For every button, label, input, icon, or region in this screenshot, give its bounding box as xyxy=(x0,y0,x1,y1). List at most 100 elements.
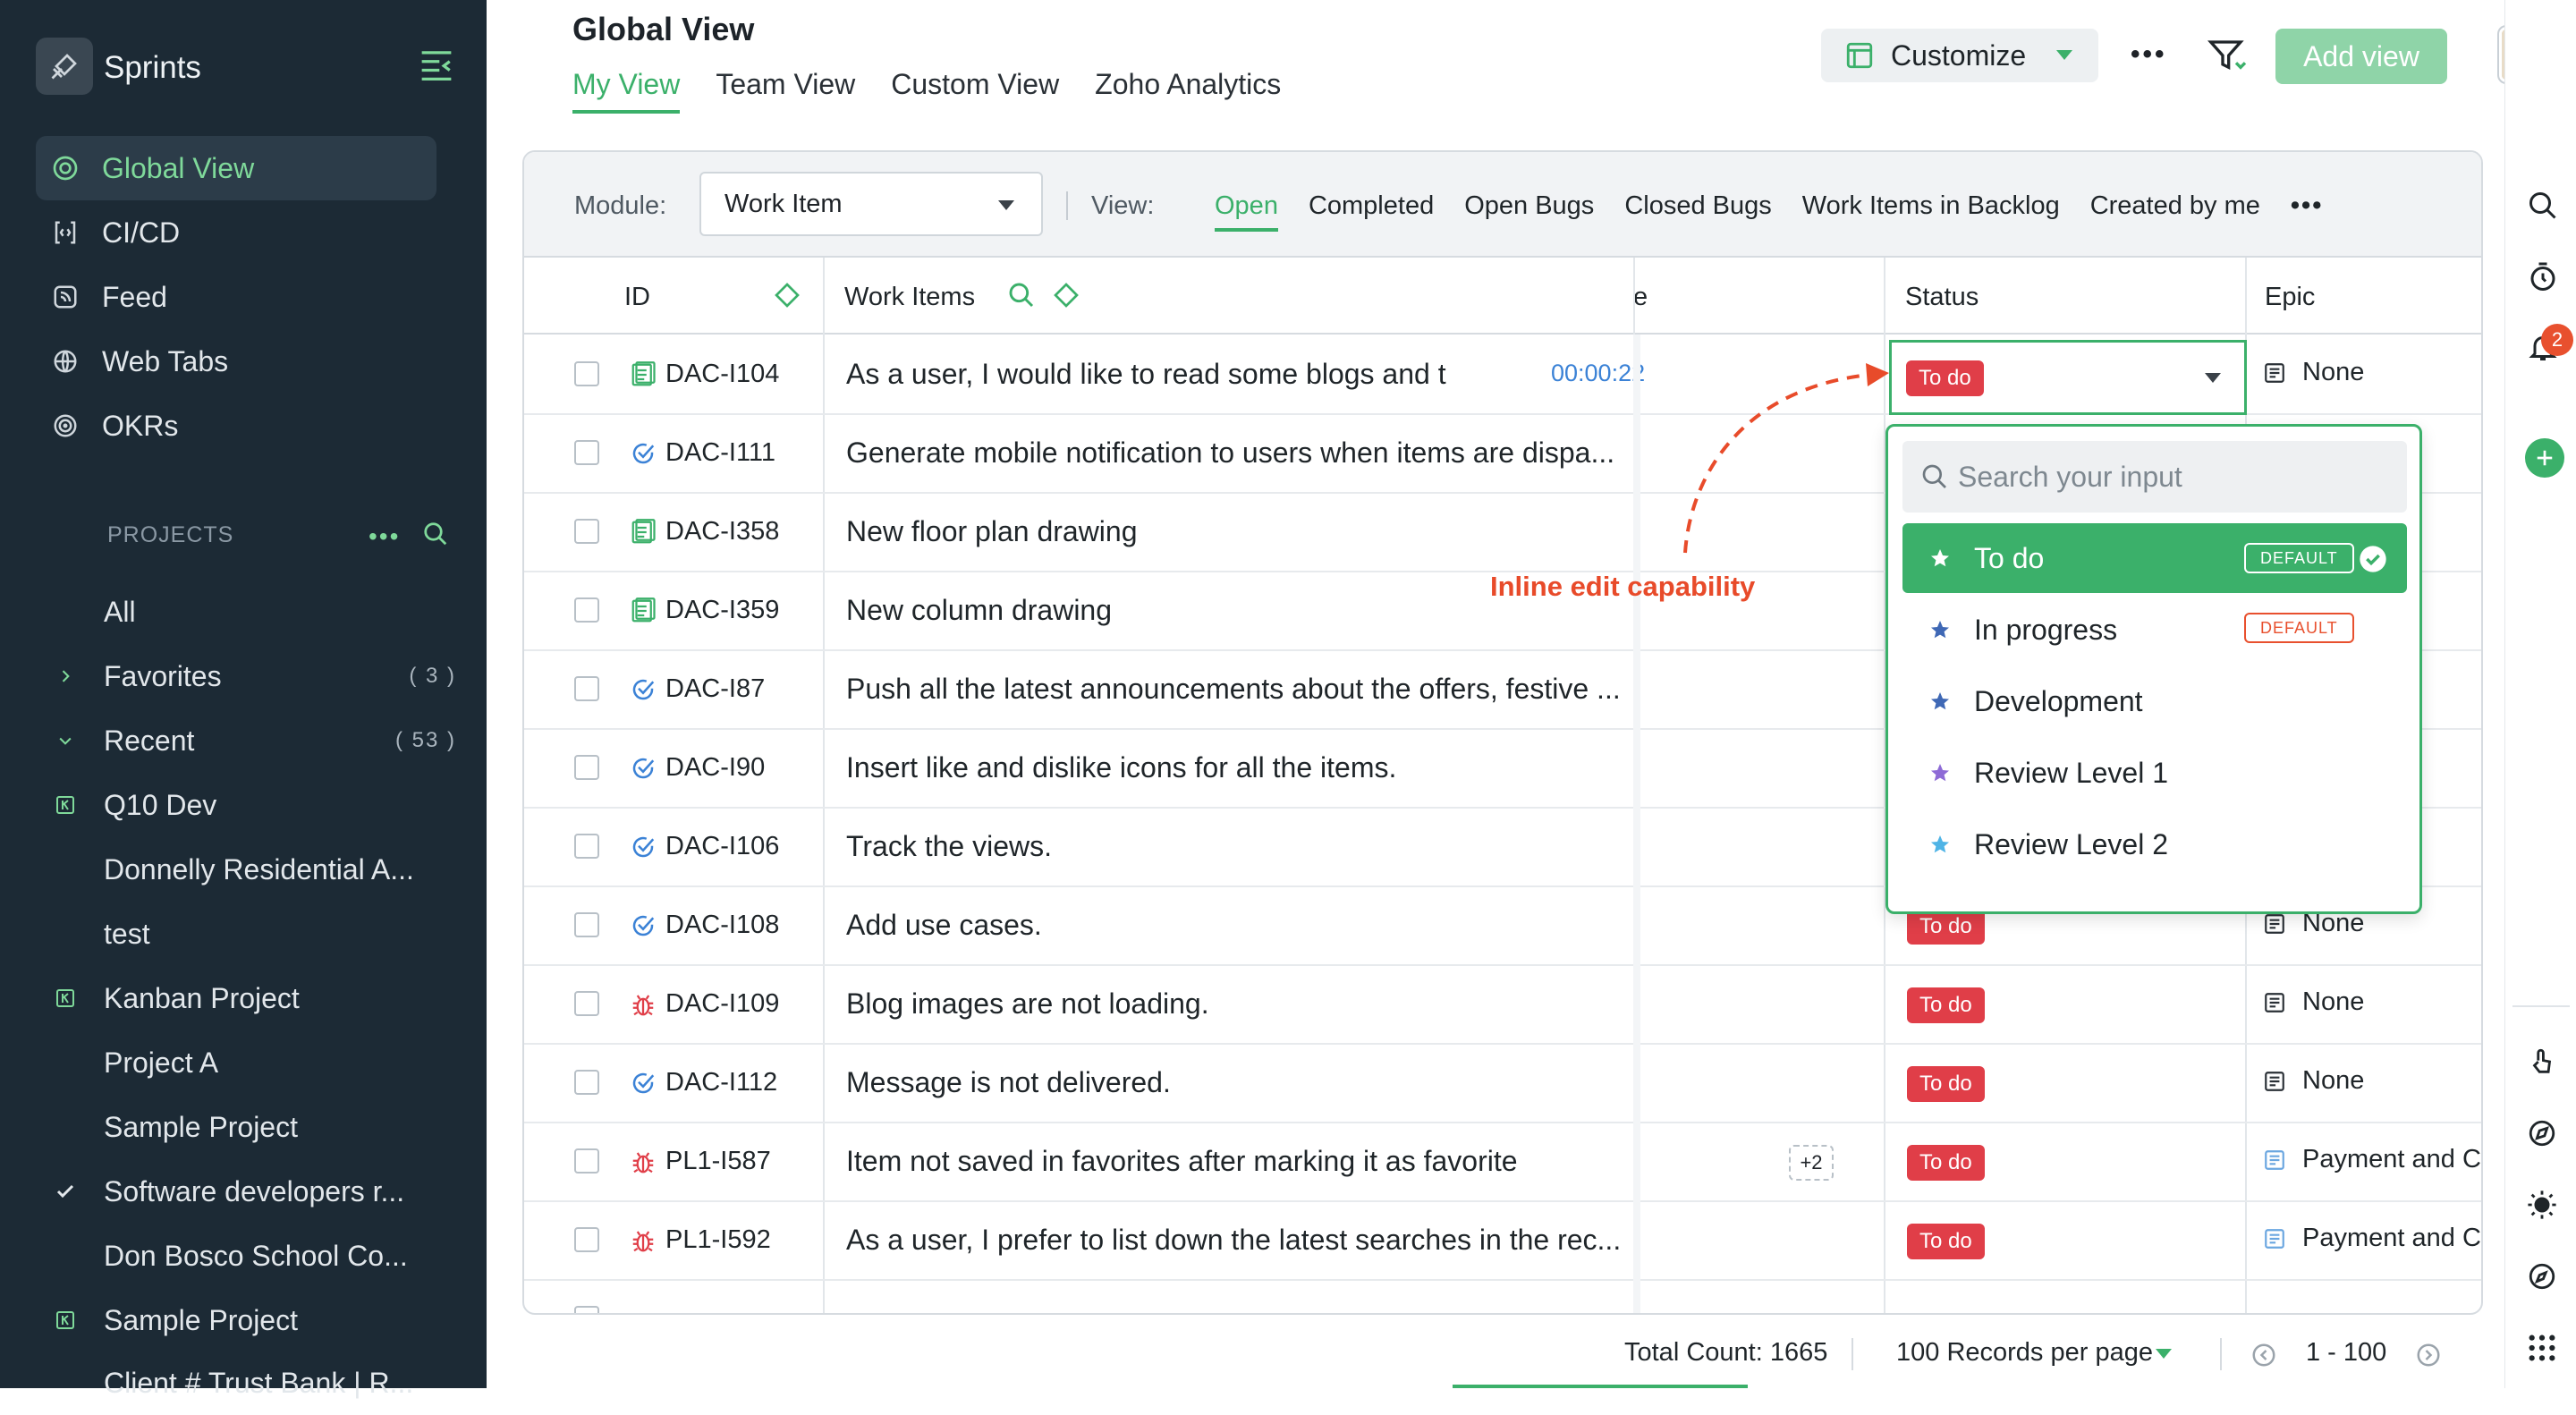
status-option[interactable]: Review Level 1 xyxy=(1902,738,2407,808)
row-checkbox[interactable] xyxy=(574,1070,599,1095)
search-icon[interactable] xyxy=(2527,190,2559,222)
col-work-items[interactable]: Work Items xyxy=(844,283,975,312)
col-id[interactable]: ID xyxy=(624,283,650,312)
status-badge[interactable]: To do xyxy=(1907,987,1985,1023)
row-checkbox[interactable] xyxy=(574,755,599,780)
epic-cell[interactable]: Payment and Ch xyxy=(2263,1224,2481,1253)
project-favorites[interactable]: Favorites( 3 ) xyxy=(36,644,456,708)
row-checkbox[interactable] xyxy=(574,1306,599,1313)
item-id[interactable]: DAC-I104 xyxy=(665,360,779,389)
item-id[interactable]: DAC-I111 xyxy=(665,438,775,468)
view-completed[interactable]: Completed xyxy=(1309,191,1434,232)
row-checkbox[interactable] xyxy=(574,597,599,623)
row-checkbox[interactable] xyxy=(574,912,599,937)
tab-my-view[interactable]: My View xyxy=(572,68,681,114)
item-id[interactable]: DAC-I106 xyxy=(665,832,779,861)
item-title[interactable]: Item not saved in favorites after markin… xyxy=(846,1145,1633,1178)
table-row[interactable]: DAC-I109 Blog images are not loading. To d… xyxy=(524,966,2481,1045)
item-id[interactable]: DAC-I90 xyxy=(665,753,765,783)
chevron-down-icon[interactable] xyxy=(2156,1349,2172,1360)
status-badge[interactable]: To do xyxy=(1907,909,1985,945)
nav-global-view[interactable]: Global View xyxy=(36,136,436,200)
nav-okrs[interactable]: OKRs xyxy=(36,394,436,458)
status-badge[interactable]: To do xyxy=(1907,1066,1985,1102)
search-icon[interactable] xyxy=(1007,281,1036,309)
table-row[interactable] xyxy=(524,1281,2481,1313)
apps-grid-icon[interactable] xyxy=(2527,1333,2557,1363)
timer-icon[interactable] xyxy=(2527,261,2559,293)
more-views-icon[interactable]: ••• xyxy=(2291,191,2323,232)
item-title[interactable]: Track the views. xyxy=(846,830,1633,863)
view-created-by-me[interactable]: Created by me xyxy=(2090,191,2260,232)
item-title[interactable]: Insert like and dislike icons for all th… xyxy=(846,751,1633,784)
project-software-developers[interactable]: Software developers r... xyxy=(36,1159,456,1224)
view-backlog[interactable]: Work Items in Backlog xyxy=(1802,191,2060,232)
item-title[interactable]: Message is not delivered. xyxy=(846,1066,1633,1099)
view-closed-bugs[interactable]: Closed Bugs xyxy=(1624,191,1771,232)
item-title[interactable]: Generate mobile notification to users wh… xyxy=(846,436,1633,470)
status-option[interactable]: Development xyxy=(1902,666,2407,736)
epic-cell[interactable]: None xyxy=(2263,1066,2364,1096)
tab-custom-view[interactable]: Custom View xyxy=(891,68,1059,114)
row-checkbox[interactable] xyxy=(574,676,599,701)
item-title[interactable]: Push all the latest announcements about … xyxy=(846,673,1633,706)
projects-more-icon[interactable]: ••• xyxy=(369,522,400,551)
item-title[interactable]: Add use cases. xyxy=(846,909,1633,942)
tab-team-view[interactable]: Team View xyxy=(716,68,855,114)
project-q10-dev[interactable]: Q10 Dev xyxy=(36,773,456,837)
epic-cell[interactable]: None xyxy=(2263,987,2364,1017)
project-recent[interactable]: Recent( 53 ) xyxy=(36,708,456,773)
theme-sun-icon[interactable] xyxy=(2527,1190,2557,1220)
add-icon[interactable] xyxy=(2525,438,2564,478)
status-option[interactable]: In progress DEFAULT xyxy=(1902,595,2407,665)
item-id[interactable]: DAC-I109 xyxy=(665,989,779,1019)
item-id[interactable]: DAC-I358 xyxy=(665,517,779,547)
view-open-bugs[interactable]: Open Bugs xyxy=(1464,191,1594,232)
item-id[interactable]: PL1-I587 xyxy=(665,1147,771,1176)
project-kanban[interactable]: Kanban Project xyxy=(36,966,456,1030)
col-epic[interactable]: Epic xyxy=(2265,283,2315,312)
projects-search-icon[interactable] xyxy=(422,521,449,547)
filter-icon[interactable] xyxy=(2207,38,2247,73)
touch-icon[interactable] xyxy=(2527,1046,2557,1077)
row-checkbox[interactable] xyxy=(574,834,599,859)
sprints-logo-icon[interactable] xyxy=(36,38,93,95)
epic-cell[interactable]: Payment and Ch xyxy=(2263,1145,2481,1174)
sort-icon[interactable] xyxy=(773,281,801,309)
item-id[interactable]: DAC-I359 xyxy=(665,596,779,625)
row-checkbox[interactable] xyxy=(574,519,599,544)
status-badge[interactable]: To do xyxy=(1907,1224,1985,1259)
scroll-indicator[interactable] xyxy=(1453,1385,1748,1388)
row-checkbox[interactable] xyxy=(574,361,599,386)
compass-icon[interactable] xyxy=(2527,1118,2557,1148)
row-checkbox[interactable] xyxy=(574,1227,599,1252)
module-select[interactable]: Work Item xyxy=(699,172,1043,236)
project-client-trust-bank[interactable]: Client # Trust Bank | R... xyxy=(36,1351,456,1415)
collapse-sidebar-icon[interactable] xyxy=(419,48,454,80)
project-sample-2[interactable]: Sample Project xyxy=(36,1288,456,1352)
tab-zoho-analytics[interactable]: Zoho Analytics xyxy=(1095,68,1281,114)
project-donnelly[interactable]: Donnelly Residential A... xyxy=(36,837,456,902)
item-id[interactable]: DAC-I108 xyxy=(665,911,779,940)
project-test[interactable]: test xyxy=(36,902,456,966)
prev-page-icon[interactable] xyxy=(2250,1342,2277,1368)
row-checkbox[interactable] xyxy=(574,1148,599,1174)
table-row[interactable]: PL1-I592 As a user, I prefer to list down… xyxy=(524,1202,2481,1281)
more-options-icon[interactable]: ••• xyxy=(2131,39,2167,70)
project-sample[interactable]: Sample Project xyxy=(36,1095,456,1159)
customize-button[interactable]: Customize xyxy=(1821,29,2098,82)
project-all[interactable]: All xyxy=(36,580,456,644)
item-title[interactable]: As a user, I prefer to list down the lat… xyxy=(846,1224,1633,1257)
table-row[interactable]: PL1-I587 Item not saved in favorites afte… xyxy=(524,1123,2481,1202)
status-inline-editor[interactable]: To do xyxy=(1889,340,2247,415)
status-badge[interactable]: To do xyxy=(1907,1145,1985,1181)
records-per-page-select[interactable]: 100 Records per page xyxy=(1896,1338,2153,1368)
epic-cell[interactable]: None xyxy=(2263,358,2364,387)
row-checkbox[interactable] xyxy=(574,440,599,465)
sort-icon[interactable] xyxy=(1052,281,1080,309)
dropdown-search-input[interactable]: Search your input xyxy=(1902,441,2407,513)
nav-cicd[interactable]: CI/CD xyxy=(36,200,436,265)
project-don-bosco[interactable]: Don Bosco School Co... xyxy=(36,1224,456,1288)
add-view-button[interactable]: Add view xyxy=(2275,29,2447,84)
row-checkbox[interactable] xyxy=(574,991,599,1016)
